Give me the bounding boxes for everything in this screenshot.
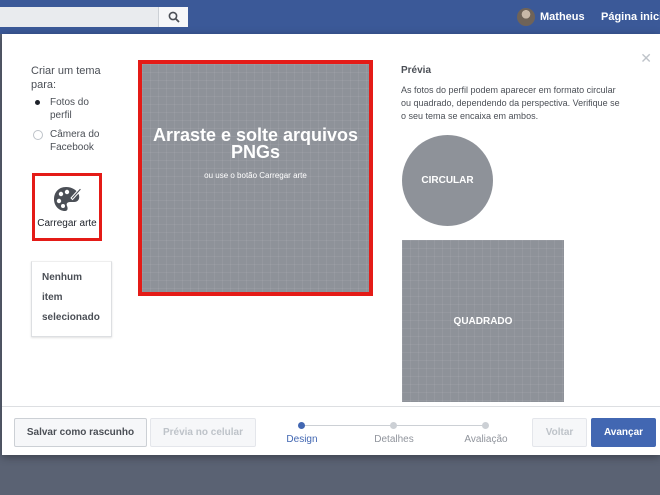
mobile-preview-label: Prévia no celular <box>162 427 244 438</box>
next-label: Avançar <box>603 427 644 438</box>
upload-art-label: Carregar arte <box>37 218 97 229</box>
radio-profile-photos[interactable] <box>33 98 43 108</box>
back-label: Voltar <box>545 427 574 438</box>
search-button[interactable] <box>158 7 188 27</box>
create-theme-label: Criar um tema para: <box>31 65 101 91</box>
avatar <box>517 8 535 26</box>
close-icon[interactable]: ✕ <box>640 50 652 67</box>
top-navigation-bar: Matheus Página inicial <box>0 0 660 34</box>
next-button[interactable]: Avançar <box>591 418 656 447</box>
step-dot-details <box>390 422 397 429</box>
step-design[interactable]: Design <box>286 434 317 445</box>
step-dot-design <box>298 422 305 429</box>
no-item-selected-text: Nenhum item selecionado <box>42 272 100 323</box>
radio-facebook-camera[interactable] <box>33 130 43 140</box>
search-input[interactable] <box>0 7 188 27</box>
user-profile-link[interactable]: Matheus <box>517 8 585 26</box>
drop-zone-title: Arraste e solte arquivos PNGs <box>152 124 359 162</box>
preview-title: Prévia <box>401 65 432 76</box>
circular-preview: CIRCULAR <box>402 135 493 226</box>
save-draft-button[interactable]: Salvar como rascunho <box>14 418 147 447</box>
square-preview-label: QUADRADO <box>453 315 513 327</box>
mobile-preview-button[interactable]: Prévia no celular <box>150 418 256 447</box>
upload-art-button[interactable]: Carregar arte <box>32 173 102 241</box>
square-preview: QUADRADO <box>402 240 564 402</box>
dialog-footer: Salvar como rascunho Prévia no celular D… <box>2 406 660 455</box>
step-review[interactable]: Avaliação <box>464 434 507 445</box>
option-profile-photos[interactable]: Fotos do perfil <box>33 96 110 122</box>
file-drop-zone[interactable]: Arraste e solte arquivos PNGs ou use o b… <box>138 60 373 296</box>
search-icon <box>168 11 180 23</box>
circular-preview-label: CIRCULAR <box>421 175 474 186</box>
home-link[interactable]: Página inicial <box>601 11 660 23</box>
drop-zone-subtitle: ou use o botão Carregar arte <box>204 170 307 180</box>
option-label: Fotos do perfil <box>50 97 89 121</box>
step-dot-review <box>482 422 489 429</box>
option-facebook-camera[interactable]: Câmera do Facebook <box>33 128 110 154</box>
theme-creator-dialog: ✕ Criar um tema para: Fotos do perfil Câ… <box>2 34 660 455</box>
selected-item-card: Nenhum item selecionado <box>31 261 112 337</box>
save-draft-label: Salvar como rascunho <box>26 427 135 438</box>
palette-icon <box>54 187 82 211</box>
preview-description: As fotos do perfil podem aparecer em for… <box>401 85 620 121</box>
back-button[interactable]: Voltar <box>532 418 587 447</box>
user-name: Matheus <box>540 11 585 23</box>
step-details[interactable]: Detalhes <box>374 434 413 445</box>
option-label: Câmera do Facebook <box>50 129 100 153</box>
